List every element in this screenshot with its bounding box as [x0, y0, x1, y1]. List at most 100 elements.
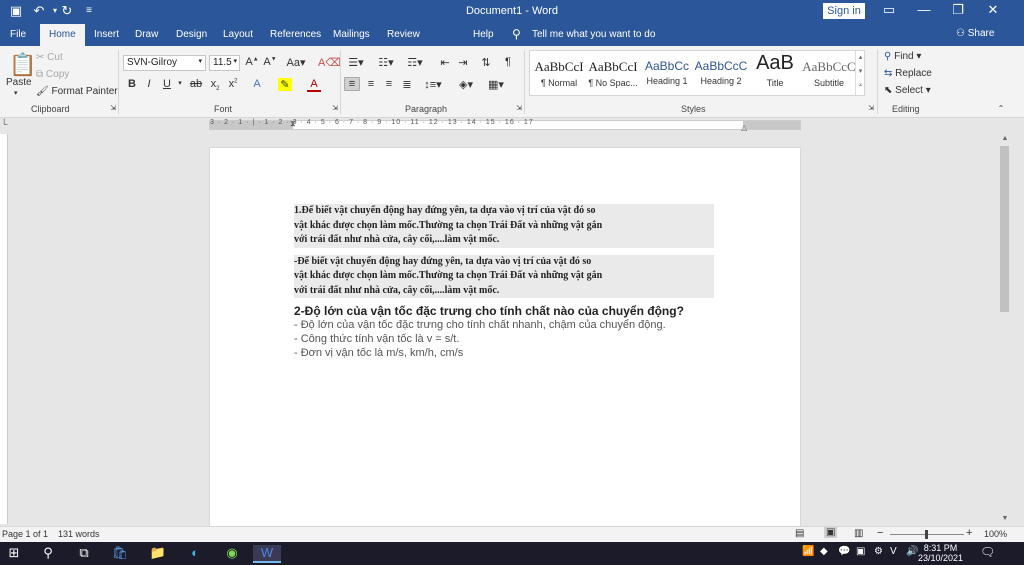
- format-painter-button[interactable]: 🖌 Format Painter: [36, 86, 118, 97]
- store-icon[interactable]: 🛍: [106, 545, 134, 563]
- show-marks-icon[interactable]: ¶: [501, 56, 515, 68]
- maximize-icon[interactable]: ❐: [946, 2, 970, 18]
- scroll-down-icon[interactable]: ▼: [998, 515, 1012, 522]
- select-button[interactable]: ⬉ Select ▾: [884, 85, 931, 96]
- superscript-icon[interactable]: x2: [226, 78, 240, 90]
- tab-draw[interactable]: Draw: [135, 29, 158, 40]
- tab-references[interactable]: References: [270, 29, 321, 40]
- justify-icon[interactable]: ≣: [400, 78, 414, 91]
- tell-me-search[interactable]: Tell me what you want to do: [532, 29, 655, 40]
- tab-help[interactable]: Help: [473, 29, 494, 40]
- minimize-icon[interactable]: —: [912, 2, 936, 17]
- zoom-in-icon[interactable]: +: [966, 527, 972, 539]
- right-indent-icon[interactable]: △: [741, 123, 747, 132]
- question-2[interactable]: 2-Độ lớn của vận tốc đặc trưng cho tính …: [294, 304, 714, 360]
- replace-button[interactable]: ⇆ Replace: [884, 68, 932, 79]
- paragraph-2[interactable]: -Để biết vật chuyển động hay đứng yên, t…: [294, 254, 714, 298]
- print-layout-icon[interactable]: ▣: [824, 527, 838, 538]
- word-taskbar-icon[interactable]: W: [253, 545, 281, 563]
- keyboard-language-icon[interactable]: V: [890, 546, 897, 557]
- tab-review[interactable]: Review: [387, 29, 420, 40]
- highlight-icon[interactable]: ✎: [278, 78, 292, 91]
- clear-formatting-icon[interactable]: A⌫: [318, 56, 341, 69]
- tab-mailings[interactable]: Mailings: [333, 29, 370, 40]
- network-icon[interactable]: 📶: [802, 546, 814, 557]
- increase-indent-icon[interactable]: ⇥: [456, 56, 470, 69]
- horizontal-ruler[interactable]: 3 · 2 · 1 · | · 1 · 2 · 3 · 4 · 5 · 6 · …: [209, 119, 801, 132]
- chat-icon[interactable]: 💬: [838, 546, 850, 557]
- settings-icon[interactable]: ⚙: [874, 546, 883, 557]
- scroll-up-icon[interactable]: ▲: [998, 135, 1012, 142]
- style-title[interactable]: AaB Title: [746, 51, 804, 95]
- page-count[interactable]: Page 1 of 1: [2, 529, 48, 539]
- tab-insert[interactable]: Insert: [94, 29, 119, 40]
- read-mode-icon[interactable]: ▤: [795, 528, 804, 539]
- tab-design[interactable]: Design: [176, 29, 207, 40]
- subscript-icon[interactable]: x2: [208, 78, 222, 92]
- tab-home[interactable]: Home: [40, 24, 85, 46]
- window-icon[interactable]: ▣: [856, 546, 865, 557]
- copy-button[interactable]: ⧉ Copy: [36, 69, 69, 80]
- cut-button[interactable]: ✂ Cut: [36, 52, 63, 63]
- styles-launcher-icon[interactable]: ⇲: [864, 104, 878, 112]
- style-heading-1[interactable]: AaBbCc Heading 1: [638, 51, 696, 95]
- task-view-icon[interactable]: ⧉: [70, 545, 98, 563]
- align-left-icon[interactable]: ≡: [344, 77, 360, 91]
- shading-icon[interactable]: ◈▾: [456, 78, 476, 91]
- font-color-icon[interactable]: A: [307, 78, 321, 92]
- style-heading-2[interactable]: AaBbCcC Heading 2: [692, 51, 750, 95]
- sign-in-button[interactable]: Sign in: [823, 3, 865, 19]
- vertical-ruler[interactable]: [0, 134, 8, 524]
- italic-icon[interactable]: I: [142, 78, 156, 90]
- web-layout-icon[interactable]: ▥: [854, 528, 863, 539]
- paste-button[interactable]: Paste: [6, 77, 32, 88]
- text-effects-icon[interactable]: A: [250, 78, 264, 90]
- grow-font-icon[interactable]: A▲: [245, 56, 259, 68]
- close-icon[interactable]: ✕: [981, 2, 1005, 18]
- change-case-icon[interactable]: Aa▾: [286, 56, 306, 69]
- zoom-out-icon[interactable]: −: [877, 527, 883, 539]
- volume-icon[interactable]: 🔊: [906, 546, 918, 557]
- zoom-level[interactable]: 100%: [984, 529, 1007, 539]
- styles-scroll[interactable]: ▴ ▾ ⩡: [855, 51, 865, 95]
- font-name-field[interactable]: SVN-Gilroy ▾: [123, 55, 206, 71]
- bold-icon[interactable]: B: [125, 78, 139, 90]
- document-content[interactable]: 1.Để biết vật chuyển động hay đứng yên, …: [294, 204, 714, 360]
- style-no-spacing[interactable]: AaBbCcI ¶ No Spac...: [584, 51, 642, 95]
- document-page[interactable]: 1.Để biết vật chuyển động hay đứng yên, …: [209, 147, 801, 527]
- search-icon[interactable]: ⚲: [34, 545, 62, 563]
- tab-layout[interactable]: Layout: [223, 29, 253, 40]
- ribbon-display-icon[interactable]: ▭: [877, 2, 901, 18]
- borders-icon[interactable]: ▦▾: [486, 78, 506, 91]
- word-count[interactable]: 131 words: [58, 529, 100, 539]
- underline-dropdown-icon[interactable]: ▾: [173, 79, 187, 87]
- decrease-indent-icon[interactable]: ⇤: [438, 56, 452, 69]
- windows-start-icon[interactable]: ⊞: [0, 545, 28, 563]
- collapse-ribbon-icon[interactable]: ⌃: [994, 104, 1008, 113]
- style-normal[interactable]: AaBbCcI ¶ Normal: [530, 51, 588, 95]
- tab-file[interactable]: File: [10, 29, 26, 40]
- font-size-field[interactable]: 11.5 ▾: [209, 55, 240, 71]
- shrink-font-icon[interactable]: A▼: [263, 56, 277, 68]
- edge-icon[interactable]: ◐: [181, 545, 209, 563]
- sort-icon[interactable]: ⇅: [479, 56, 493, 69]
- multilevel-list-icon[interactable]: ☶▾: [405, 56, 425, 69]
- strikethrough-icon[interactable]: ab: [189, 78, 203, 90]
- clipboard-icon[interactable]: 📋: [9, 52, 36, 78]
- clock[interactable]: 8:31 PM 23/10/2021: [918, 543, 963, 563]
- align-center-icon[interactable]: ≡: [364, 78, 378, 90]
- zoom-slider-thumb[interactable]: [925, 530, 928, 539]
- tab-selector-icon[interactable]: └: [1, 119, 7, 129]
- paste-dropdown-icon[interactable]: ▾: [14, 89, 18, 97]
- scroll-thumb[interactable]: [1000, 146, 1009, 312]
- vertical-scrollbar[interactable]: ▲ ▼: [998, 134, 1012, 526]
- share-button[interactable]: ⚇ Share: [956, 28, 994, 39]
- chrome-icon[interactable]: ◉: [218, 545, 246, 563]
- paragraph-1[interactable]: 1.Để biết vật chuyển động hay đứng yên, …: [294, 204, 714, 248]
- indent-marker-icon[interactable]: ⧗: [290, 119, 296, 129]
- underline-icon[interactable]: U: [160, 78, 174, 90]
- tray-app-icon[interactable]: ◆: [820, 546, 828, 557]
- numbering-icon[interactable]: ☷▾: [376, 56, 396, 69]
- notifications-icon[interactable]: 🗨: [980, 545, 995, 559]
- line-spacing-icon[interactable]: ↕≡▾: [423, 78, 443, 91]
